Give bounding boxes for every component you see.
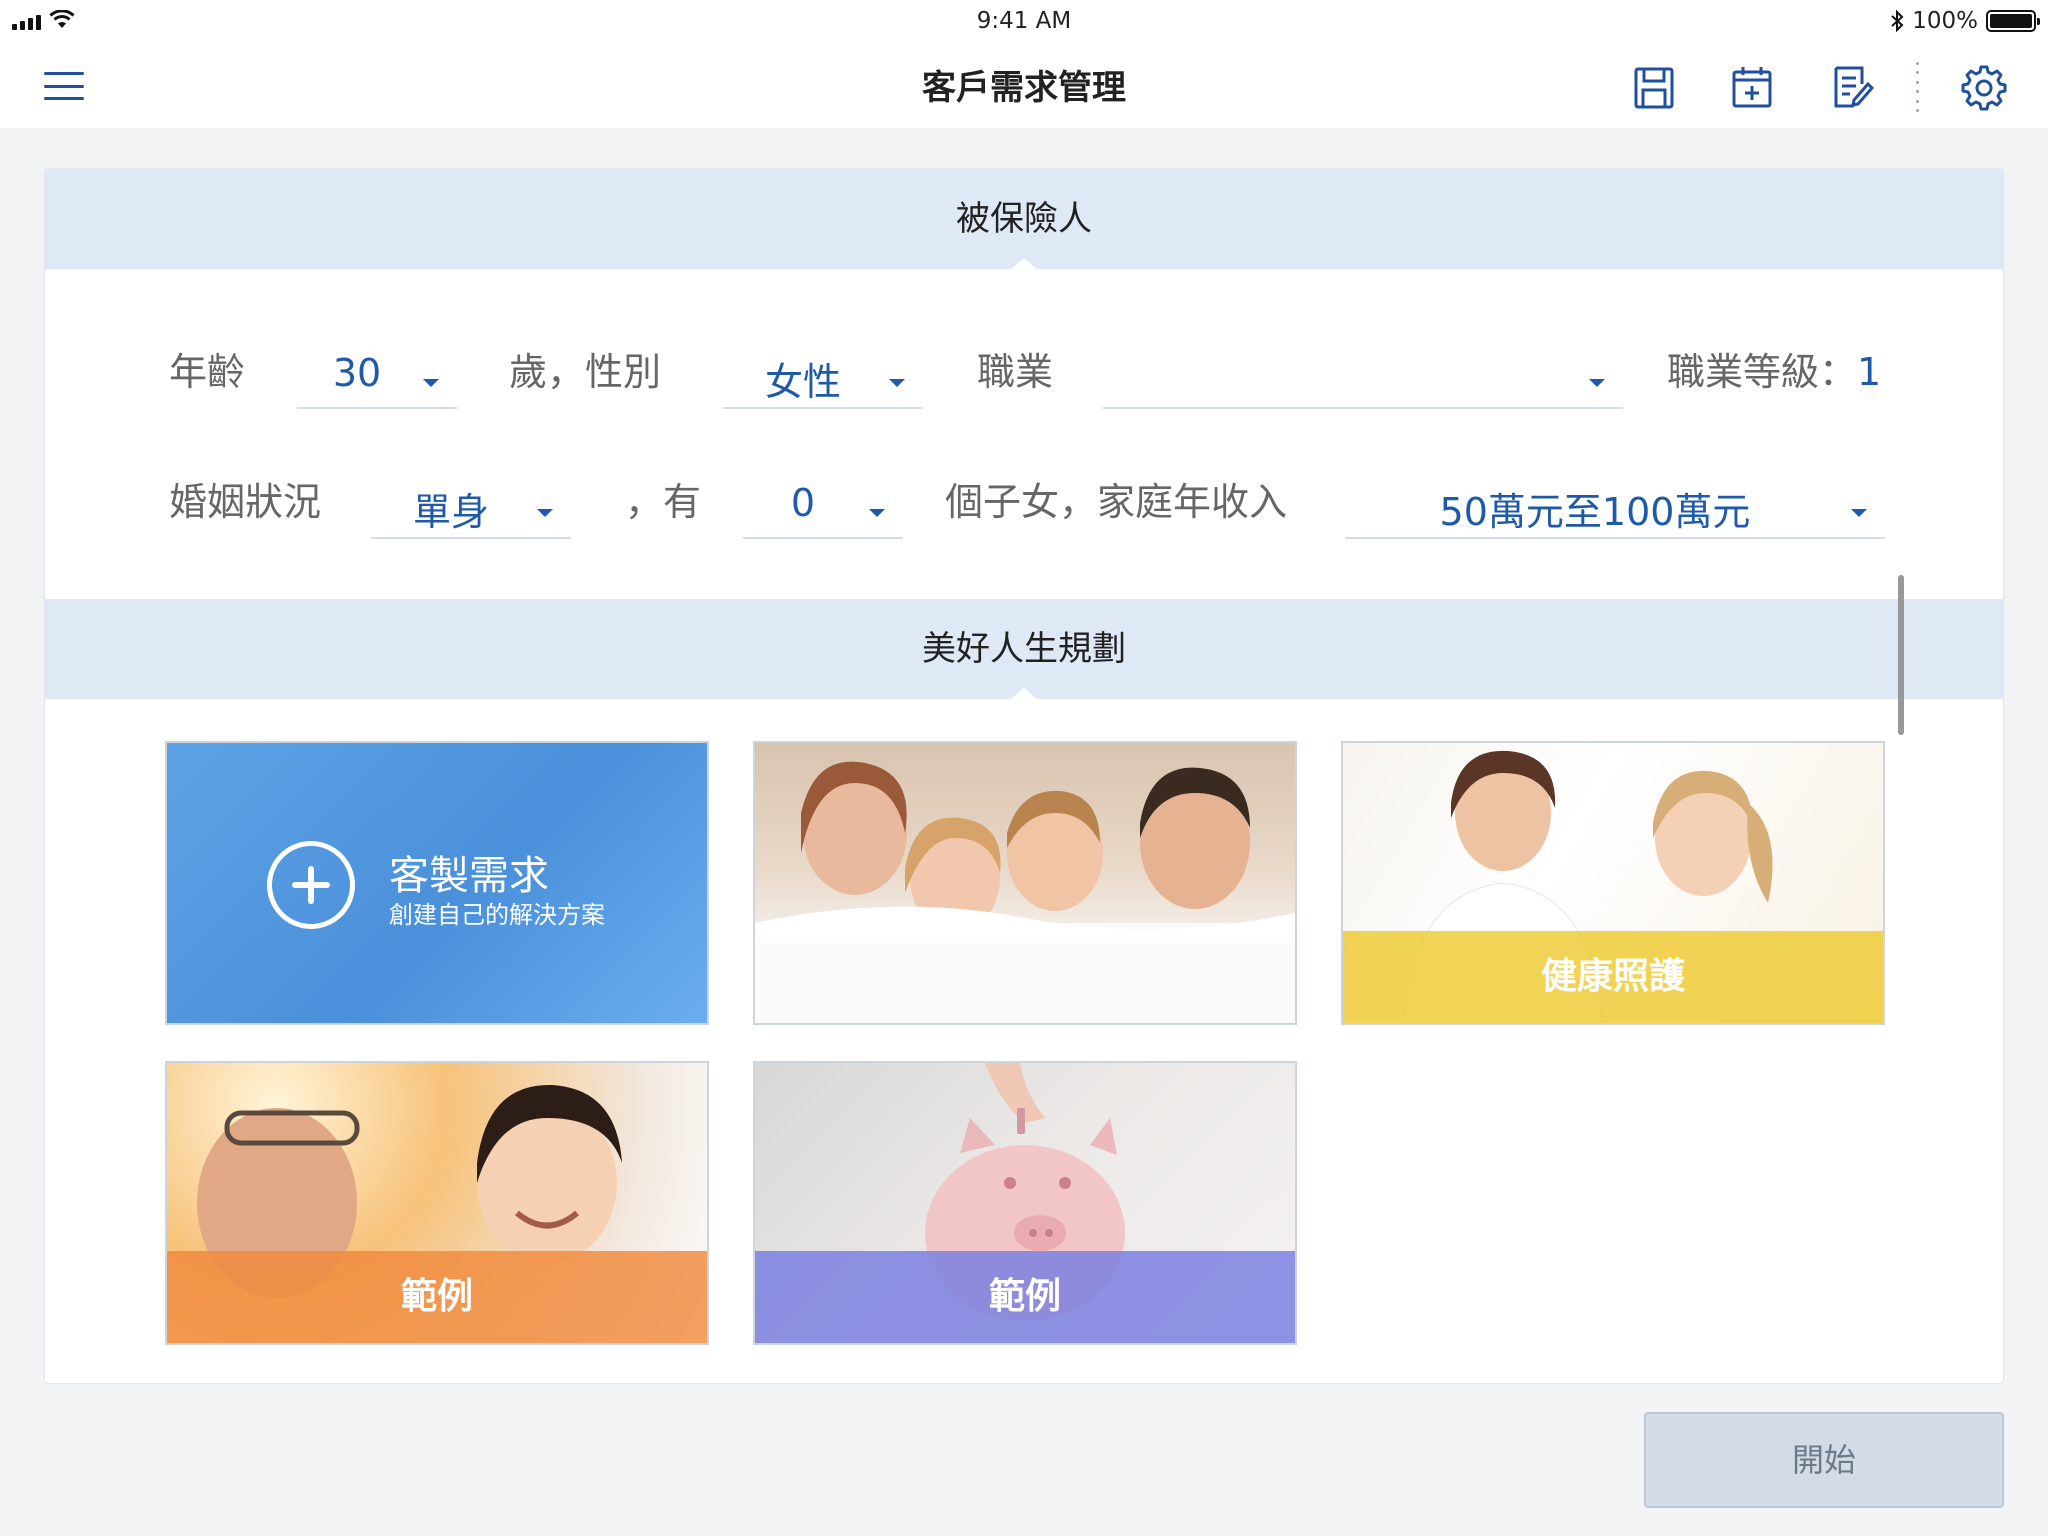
status-bar: 9:41 AM 100% xyxy=(0,0,2048,44)
status-time: 9:41 AM xyxy=(976,8,1072,34)
example-band-purple: 範例 xyxy=(755,1251,1295,1343)
marital-label: 婚姻狀況 xyxy=(169,480,322,524)
marital-value: 單身 xyxy=(412,490,489,534)
custom-need-tile[interactable]: 客製需求 創建自己的解決方案 xyxy=(165,741,709,1025)
insured-section-header: 被保險人 xyxy=(45,169,2003,270)
age-suffix-label: 歲，性別 xyxy=(509,350,662,394)
status-right: 100% xyxy=(1890,8,2040,34)
settings-icon[interactable] xyxy=(1960,62,2008,112)
marital-select[interactable]: 單身 xyxy=(371,469,571,539)
family-plan-tile[interactable] xyxy=(753,741,1297,1025)
children-select[interactable]: 0 xyxy=(743,469,903,539)
age-value: 30 xyxy=(332,351,382,395)
edit-document-icon[interactable] xyxy=(1828,62,1876,112)
occupation-label: 職業 xyxy=(977,350,1054,394)
gender-value: 女性 xyxy=(764,360,841,404)
children-prefix-label: ，有 xyxy=(625,480,702,524)
insured-section-title: 被保險人 xyxy=(956,199,1092,239)
chevron-down-icon xyxy=(1589,379,1605,387)
age-label: 年齡 xyxy=(169,350,246,394)
add-icon xyxy=(267,841,355,929)
gender-select[interactable]: 女性 xyxy=(723,339,923,409)
planning-section-title: 美好人生規劃 xyxy=(922,629,1126,669)
tiles-scrollbar[interactable] xyxy=(1898,575,1904,735)
example-band-orange: 範例 xyxy=(167,1251,707,1343)
save-icon[interactable] xyxy=(1630,62,1678,112)
custom-need-subtitle: 創建自己的解決方案 xyxy=(389,901,605,929)
bluetooth-icon xyxy=(1891,10,1904,32)
calendar-add-icon[interactable] xyxy=(1728,62,1776,112)
planning-section-header: 美好人生規劃 xyxy=(45,599,2003,700)
nav-bar: 客戶需求管理 xyxy=(0,44,2048,128)
occupation-level-value: 1 xyxy=(1857,350,1882,394)
chevron-down-icon xyxy=(889,379,905,387)
family-illustration xyxy=(755,761,1295,1023)
nav-divider xyxy=(1916,62,1920,112)
health-care-band: 健康照護 xyxy=(1343,931,1883,1023)
chevron-down-icon xyxy=(869,509,885,517)
occupation-level: 職業等級：1 xyxy=(1667,341,1881,396)
children-value: 0 xyxy=(790,481,816,525)
example-tile-orange[interactable]: 範例 xyxy=(165,1061,709,1345)
custom-need-title: 客製需求 xyxy=(389,853,549,899)
battery-fill xyxy=(1990,14,2032,28)
main-card: 被保險人 年齡 30 歲，性別 女性 職業 職業等級：1 婚姻狀況 單身 ，有 … xyxy=(44,168,2004,1384)
start-button[interactable]: 開始 xyxy=(1644,1412,2004,1508)
children-suffix-label: 個子女，家庭年收入 xyxy=(945,480,1288,524)
chevron-down-icon xyxy=(423,379,439,387)
chevron-down-icon xyxy=(1851,509,1867,517)
income-select[interactable]: 50萬元至100萬元 xyxy=(1345,469,1885,539)
battery-percent: 100% xyxy=(1912,8,1978,34)
occupation-level-label: 職業等級： xyxy=(1667,350,1858,394)
chevron-down-icon xyxy=(537,509,553,517)
age-select[interactable]: 30 xyxy=(297,339,457,409)
income-value: 50萬元至100萬元 xyxy=(1439,490,1751,534)
battery-icon xyxy=(1986,10,2040,32)
health-care-tile[interactable]: 健康照護 xyxy=(1341,741,1885,1025)
example-tile-purple[interactable]: 範例 xyxy=(753,1061,1297,1345)
occupation-select[interactable] xyxy=(1103,339,1623,409)
